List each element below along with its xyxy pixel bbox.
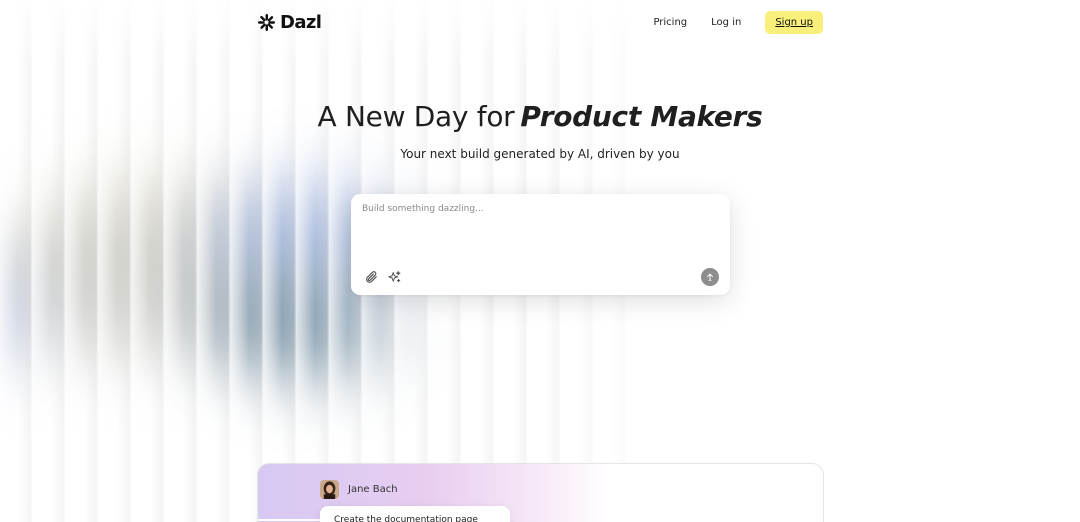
logo-link[interactable]: Dazl [257,11,322,33]
attach-button[interactable] [363,269,379,285]
hero-subtitle: Your next build generated by AI, driven … [400,147,680,161]
paperclip-icon [366,271,377,283]
preview-card: Jane Bach Create the documentation page [257,463,824,522]
hero-title-emphasis: Product Makers [520,100,763,133]
sparkles-icon [387,270,400,282]
arrow-up-icon [707,273,713,281]
hero-title: A New Day for Product Makers [0,100,1080,133]
brand-name: Dazl [280,11,322,33]
avatar [320,480,339,499]
prompt-input[interactable] [362,204,717,254]
send-button[interactable] [701,268,719,286]
chat-message: Create the documentation page [320,506,510,522]
top-nav: Pricing Log in Sign up [653,10,823,34]
chat-user-name: Jane Bach [348,484,398,495]
chat-user: Jane Bach [320,480,398,499]
preview-divider [258,519,320,521]
site-header: Dazl Pricing Log in Sign up [257,9,823,35]
enhance-prompt-button[interactable] [386,269,402,285]
pricing-link[interactable]: Pricing [653,17,687,28]
asterisk-star-icon [257,13,276,31]
login-link[interactable]: Log in [711,17,741,28]
prompt-card [351,194,730,295]
signup-button[interactable]: Sign up [765,10,823,34]
hero-title-plain: A New Day for [317,100,515,133]
